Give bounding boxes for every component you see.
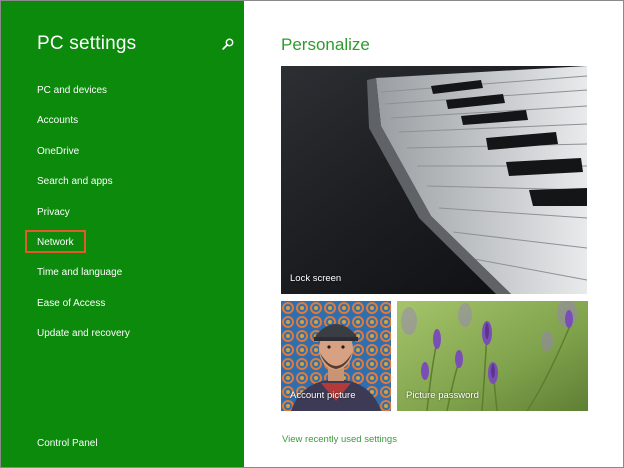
sidebar-item-update-and-recovery[interactable]: Update and recovery xyxy=(37,328,130,339)
view-recent-settings-link[interactable]: View recently used settings xyxy=(282,434,397,445)
sidebar-item-search-and-apps[interactable]: Search and apps xyxy=(37,176,113,187)
sidebar-item-network[interactable]: Network xyxy=(25,230,86,253)
sidebar-item-onedrive[interactable]: OneDrive xyxy=(37,146,79,157)
sidebar: PC settings PC and devices Accounts OneD… xyxy=(1,1,244,467)
sidebar-item-time-and-language[interactable]: Time and language xyxy=(37,267,122,278)
sidebar-item-privacy[interactable]: Privacy xyxy=(37,207,70,218)
account-picture-tile[interactable]: Account picture xyxy=(281,301,391,411)
sidebar-item-accounts[interactable]: Accounts xyxy=(37,115,78,126)
picture-password-label: Picture password xyxy=(406,390,479,401)
page-title: Personalize xyxy=(281,35,370,54)
lock-screen-label: Lock screen xyxy=(290,273,342,284)
sidebar-item-ease-of-access[interactable]: Ease of Access xyxy=(37,298,105,309)
account-picture-label: Account picture xyxy=(290,390,356,401)
picture-password-tile[interactable]: Picture password xyxy=(397,301,588,411)
search-icon[interactable] xyxy=(222,38,234,50)
lock-screen-tile[interactable]: Lock screen xyxy=(281,66,587,294)
control-panel-link[interactable]: Control Panel xyxy=(37,438,98,449)
sidebar-title: PC settings xyxy=(37,33,137,54)
pc-settings-window: PC settings PC and devices Accounts OneD… xyxy=(0,0,624,468)
piano-keys-image xyxy=(281,66,587,294)
sidebar-item-pc-and-devices[interactable]: PC and devices xyxy=(37,85,107,96)
